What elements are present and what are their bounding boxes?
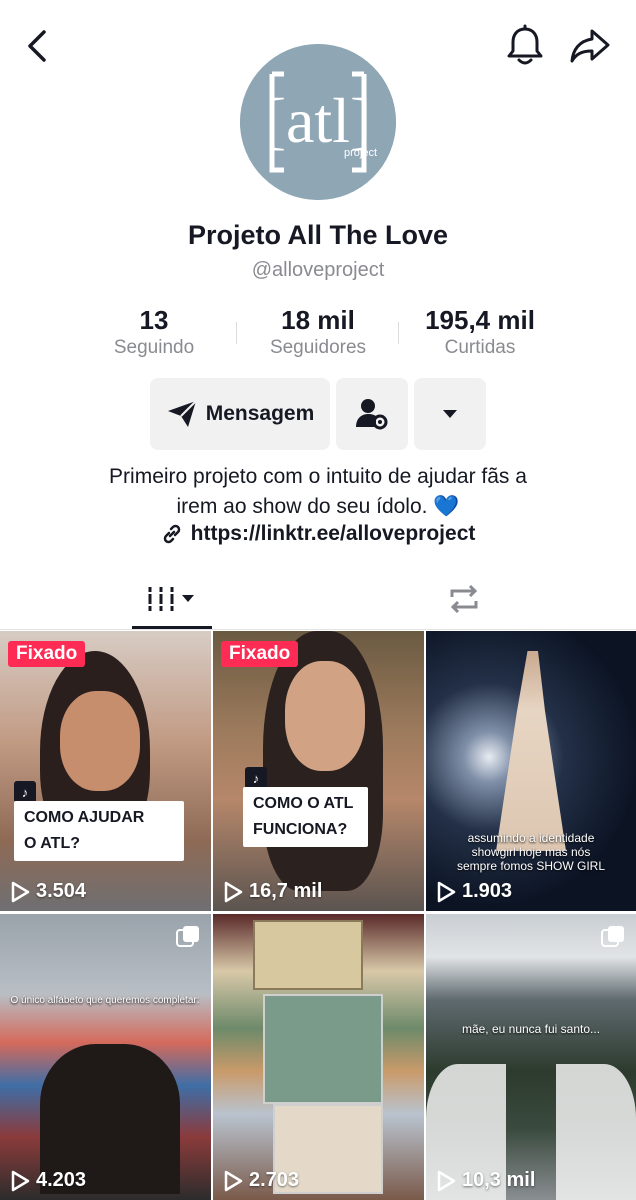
- video-overlay-text: O único alfabeto que queremos completar:: [10, 995, 200, 1006]
- profile-name: Projeto All The Love: [187, 220, 449, 250]
- view-count-value: 1.903: [462, 880, 513, 902]
- bio-link[interactable]: https://linktr.ee/alloveproject: [0, 522, 636, 546]
- stat-following-label: Seguindo: [113, 337, 195, 358]
- view-count: 16,7 mil: [223, 880, 322, 903]
- stat-likes[interactable]: 195,4 mil Curtidas: [410, 304, 550, 360]
- tab-videos[interactable]: [132, 574, 212, 624]
- send-icon: [167, 400, 197, 427]
- view-count: 3.504: [10, 880, 86, 903]
- caret-down-icon: [443, 410, 457, 418]
- share-button[interactable]: [568, 26, 612, 66]
- stat-divider: [236, 322, 237, 344]
- bio-line-1: Primeiro projeto com o intuito de ajudar…: [109, 465, 527, 488]
- album-cover: [253, 920, 363, 990]
- person-gear-icon: [356, 399, 388, 430]
- video-thumbnail[interactable]: assumindo a identidade showgirl hoje mas…: [426, 631, 636, 911]
- profile-handle: @alloveproject: [251, 259, 385, 281]
- video-overlay-text: assumindo a identidade showgirl hoje mas…: [446, 831, 616, 873]
- video-caption-line-1: COMO O ATL: [253, 795, 354, 812]
- atl-logo: [atl] project: [240, 44, 396, 200]
- video-thumbnail[interactable]: Fixado ♪ COMO O ATL FUNCIONA? 16,7 mil: [213, 631, 424, 911]
- profile-stats: 13 Seguindo 18 mil Seguidores 195,4 mil …: [0, 304, 636, 364]
- video-caption-line-2: O ATL?: [24, 835, 80, 852]
- back-button[interactable]: [22, 28, 56, 64]
- view-count-value: 3.504: [36, 880, 87, 902]
- tiktok-icon: ♪: [14, 781, 36, 803]
- stat-divider: [398, 322, 399, 344]
- bio-link-text: https://linktr.ee/alloveproject: [190, 522, 476, 545]
- view-count-value: 2.703: [249, 1169, 300, 1191]
- thumbnail-hand: [556, 1064, 636, 1200]
- stat-followers[interactable]: 18 mil Seguidores: [256, 304, 380, 360]
- repost-icon: [450, 584, 478, 614]
- tab-reposts[interactable]: [440, 574, 488, 624]
- tiktok-icon: ♪: [245, 767, 267, 789]
- avatar-letters: [atl]: [265, 85, 372, 156]
- view-count-value: 16,7 mil: [249, 880, 323, 902]
- play-icon: [224, 881, 243, 902]
- video-caption: COMO AJUDAR O ATL?: [14, 801, 184, 861]
- video-thumbnail[interactable]: mãe, eu nunca fui santo... 10,3 mil: [426, 914, 636, 1200]
- stat-following[interactable]: 13 Seguindo: [104, 304, 204, 360]
- more-options-button[interactable]: [414, 378, 486, 450]
- play-icon: [437, 881, 456, 902]
- content-tabs: [0, 568, 636, 630]
- message-button[interactable]: Mensagem: [150, 378, 330, 450]
- follow-settings-button[interactable]: [336, 378, 408, 450]
- video-caption-line-2: FUNCIONA?: [253, 821, 348, 838]
- video-caption: COMO O ATL FUNCIONA?: [243, 787, 368, 847]
- bio-line-2: irem ao show do seu ídolo. 💙: [176, 495, 460, 518]
- pinned-badge: Fixado: [8, 641, 86, 667]
- stat-followers-label: Seguidores: [269, 337, 367, 358]
- stat-likes-label: Curtidas: [444, 337, 516, 358]
- link-icon: [163, 524, 180, 544]
- stat-followers-value: 18 mil: [281, 305, 355, 335]
- message-button-label: Mensagem: [205, 402, 315, 425]
- chevron-left-icon: [28, 30, 46, 62]
- video-thumbnail[interactable]: O único alfabeto que queremos completar:…: [0, 914, 211, 1200]
- stat-likes-value: 195,4 mil: [425, 305, 535, 335]
- multi-photo-icon: [176, 926, 199, 947]
- video-overlay-line-1: assumindo a identidade: [467, 831, 595, 845]
- video-overlay-line-3: sempre fomos SHOW GIRL: [456, 859, 606, 873]
- view-count: 4.203: [10, 1169, 86, 1192]
- view-count-value: 4.203: [36, 1169, 87, 1191]
- bell-icon: [507, 24, 543, 65]
- video-overlay-line-2: showgirl hoje mas nós: [471, 845, 591, 859]
- thumbnail-face: [285, 661, 365, 771]
- play-icon: [11, 1170, 30, 1191]
- tabs-divider: [0, 629, 636, 630]
- grid-videos-icon: [147, 587, 194, 611]
- pinned-badge: Fixado: [221, 641, 299, 667]
- notifications-button[interactable]: [504, 24, 546, 68]
- view-count-value: 10,3 mil: [462, 1169, 536, 1191]
- video-overlay-text: mãe, eu nunca fui santo...: [461, 1022, 601, 1036]
- video-grid: Fixado ♪ COMO AJUDAR O ATL? 3.504 Fixado…: [0, 631, 636, 1200]
- view-count: 2.703: [223, 1169, 299, 1192]
- play-icon: [437, 1170, 456, 1191]
- thumbnail-face: [60, 691, 140, 791]
- bio: Primeiro projeto com o intuito de ajudar…: [40, 462, 596, 522]
- stat-following-value: 13: [139, 305, 169, 335]
- view-count: 10,3 mil: [436, 1169, 535, 1192]
- avatar[interactable]: [atl] project: [240, 44, 396, 200]
- video-thumbnail[interactable]: Fixado ♪ COMO AJUDAR O ATL? 3.504: [0, 631, 211, 911]
- share-arrow-icon: [570, 29, 610, 63]
- play-icon: [11, 881, 30, 902]
- view-count: 1.903: [436, 880, 512, 903]
- album-cover: [263, 994, 383, 1104]
- video-thumbnail[interactable]: 2.703: [213, 914, 424, 1200]
- multi-photo-icon: [601, 926, 624, 947]
- avatar-sub: project: [344, 147, 377, 159]
- video-caption-line-1: COMO AJUDAR: [24, 809, 145, 826]
- play-icon: [224, 1170, 243, 1191]
